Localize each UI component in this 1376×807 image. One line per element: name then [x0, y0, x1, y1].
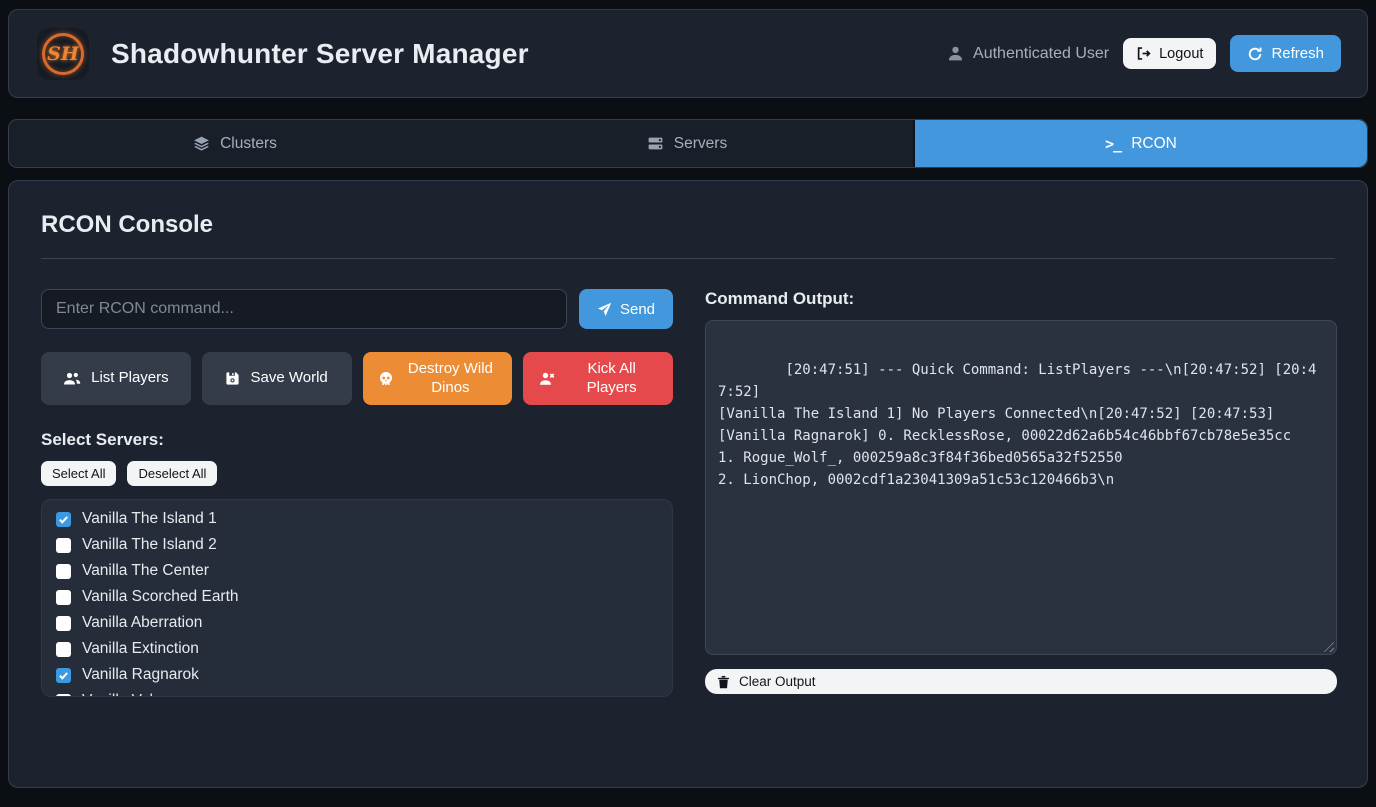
- server-checkbox-item[interactable]: Vanilla The Island 2: [56, 536, 658, 554]
- clear-output-button[interactable]: Clear Output: [705, 669, 1337, 694]
- rcon-console-panel: RCON Console Send List Players Save Worl…: [8, 180, 1368, 788]
- checkbox-unchecked[interactable]: [56, 564, 71, 579]
- title-divider: [41, 258, 1335, 259]
- server-checkbox-item[interactable]: Vanilla Ragnarok: [56, 666, 658, 684]
- logout-icon: [1136, 46, 1151, 61]
- save-icon: [225, 371, 240, 386]
- user-icon: [947, 45, 964, 62]
- send-label: Send: [620, 301, 655, 318]
- send-icon: [597, 302, 612, 317]
- checkbox-checked[interactable]: [56, 512, 71, 527]
- list-players-label: List Players: [91, 369, 169, 388]
- resize-handle[interactable]: [1321, 639, 1334, 652]
- tab-servers-label: Servers: [674, 135, 727, 153]
- server-checkbox-item[interactable]: Vanilla Valguero: [56, 692, 658, 697]
- send-button[interactable]: Send: [579, 289, 673, 329]
- server-name-label: Vanilla Valguero: [82, 692, 193, 697]
- rcon-console-title: RCON Console: [41, 211, 1335, 239]
- check-icon: [58, 514, 69, 525]
- checkbox-unchecked[interactable]: [56, 538, 71, 553]
- kick-all-players-button[interactable]: Kick All Players: [523, 352, 673, 405]
- server-checkbox-item[interactable]: Vanilla The Center: [56, 562, 658, 580]
- deselect-all-button[interactable]: Deselect All: [127, 461, 217, 486]
- refresh-label: Refresh: [1271, 45, 1324, 62]
- authenticated-user-label: Authenticated User: [973, 45, 1109, 63]
- server-name-label: Vanilla Aberration: [82, 614, 202, 632]
- header-actions: Authenticated User Logout Refresh: [947, 35, 1341, 72]
- app-header: SH Shadowhunter Server Manager Authentic…: [8, 9, 1368, 98]
- console-output[interactable]: [20:47:51] --- Quick Command: ListPlayer…: [705, 320, 1337, 655]
- logo-flame-circle: SH: [42, 33, 84, 75]
- server-list: Vanilla The Island 1 Vanilla The Island 2…: [41, 499, 673, 697]
- clear-output-label: Clear Output: [739, 674, 816, 689]
- users-icon: [63, 371, 81, 387]
- checkbox-checked[interactable]: [56, 668, 71, 683]
- server-name-label: Vanilla Scorched Earth: [82, 588, 239, 606]
- server-checkbox-item[interactable]: Vanilla Aberration: [56, 614, 658, 632]
- server-checkbox-item[interactable]: Vanilla Extinction: [56, 640, 658, 658]
- checkbox-unchecked[interactable]: [56, 590, 71, 605]
- save-world-button[interactable]: Save World: [202, 352, 352, 405]
- kick-all-players-label: Kick All Players: [566, 360, 658, 398]
- user-info: Authenticated User: [947, 45, 1109, 63]
- tab-servers[interactable]: Servers: [461, 120, 913, 167]
- save-world-label: Save World: [250, 369, 327, 388]
- list-players-button[interactable]: List Players: [41, 352, 191, 405]
- server-checkbox-item[interactable]: Vanilla The Island 1: [56, 510, 658, 528]
- console-output-text: [20:47:51] --- Quick Command: ListPlayer…: [718, 362, 1316, 488]
- checkbox-unchecked[interactable]: [56, 642, 71, 657]
- logo-text: SH: [47, 43, 79, 65]
- layers-icon: [193, 135, 210, 152]
- refresh-button[interactable]: Refresh: [1230, 35, 1341, 72]
- select-all-button[interactable]: Select All: [41, 461, 116, 486]
- tab-clusters[interactable]: Clusters: [9, 120, 461, 167]
- main-tabbar: Clusters Servers >_ RCON: [8, 119, 1368, 168]
- check-icon: [58, 670, 69, 681]
- server-name-label: Vanilla Ragnarok: [82, 666, 199, 684]
- user-x-icon: [539, 371, 556, 387]
- app-title: Shadowhunter Server Manager: [111, 38, 529, 70]
- skull-icon: [378, 371, 394, 387]
- refresh-icon: [1247, 46, 1263, 62]
- server-checkbox-item[interactable]: Vanilla Scorched Earth: [56, 588, 658, 606]
- tab-rcon[interactable]: >_ RCON: [913, 120, 1367, 167]
- select-servers-label: Select Servers:: [41, 430, 673, 450]
- logout-button[interactable]: Logout: [1123, 38, 1216, 69]
- server-name-label: Vanilla The Island 2: [82, 536, 217, 554]
- logout-label: Logout: [1159, 46, 1203, 62]
- destroy-wild-dinos-button[interactable]: Destroy Wild Dinos: [363, 352, 513, 405]
- tab-clusters-label: Clusters: [220, 135, 277, 153]
- server-name-label: Vanilla Extinction: [82, 640, 199, 658]
- checkbox-unchecked[interactable]: [56, 616, 71, 631]
- tab-rcon-label: RCON: [1131, 135, 1177, 153]
- trash-icon: [717, 675, 730, 689]
- rcon-left-column: Send List Players Save World Destroy Wil…: [41, 289, 673, 697]
- rcon-command-input[interactable]: [41, 289, 567, 329]
- command-output-label: Command Output:: [705, 289, 1337, 309]
- app-logo: SH: [37, 28, 89, 80]
- checkbox-unchecked[interactable]: [56, 694, 71, 698]
- destroy-wild-dinos-label: Destroy Wild Dinos: [404, 360, 496, 398]
- server-name-label: Vanilla The Island 1: [82, 510, 217, 528]
- rcon-right-column: Command Output: [20:47:51] --- Quick Com…: [705, 289, 1337, 697]
- server-icon: [647, 135, 664, 152]
- terminal-icon: >_: [1105, 135, 1121, 153]
- server-name-label: Vanilla The Center: [82, 562, 209, 580]
